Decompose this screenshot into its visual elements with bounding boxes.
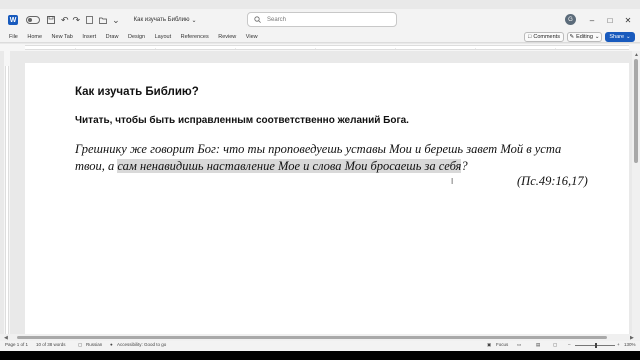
save-icon[interactable] (47, 9, 55, 31)
close-icon[interactable]: ✕ (619, 9, 637, 31)
redo-icon[interactable]: ↷ (73, 9, 81, 31)
horizontal-scroll-thumb[interactable] (17, 336, 607, 339)
read-mode-icon[interactable]: ▭ (517, 342, 521, 348)
document-title[interactable]: Как изучать Библию ⌄ (134, 17, 197, 24)
ruler-track: · · · · · · · (25, 45, 629, 51)
share-label: Share (609, 34, 625, 40)
word-app-icon: W (8, 15, 18, 25)
menu-references[interactable]: References (181, 34, 209, 40)
vertical-ruler[interactable] (4, 51, 10, 334)
accessibility-status[interactable]: Accessibility: Good to go (117, 342, 166, 347)
chevron-down-icon: ⌄ (594, 34, 600, 40)
scripture-quote[interactable]: Грешнику же говорит Бог: что ты проповед… (75, 141, 585, 175)
vertical-scroll-thumb[interactable] (634, 59, 638, 163)
menu-design[interactable]: Design (128, 34, 145, 40)
word-count[interactable]: 10 of 38 words (36, 342, 66, 347)
search-placeholder: Search (267, 16, 287, 23)
editing-label: Editing (576, 34, 593, 40)
avatar[interactable]: G (565, 14, 576, 25)
letterbox-bar (0, 351, 640, 360)
zoom-out-icon[interactable]: – (568, 342, 571, 347)
document-subheading[interactable]: Читать, чтобы быть исправленным соответс… (75, 115, 409, 126)
autosave-toggle[interactable] (26, 16, 40, 24)
zoom-slider-thumb[interactable] (595, 343, 597, 348)
menu-insert[interactable]: Insert (82, 34, 96, 40)
comments-button[interactable]: □ Comments (524, 32, 564, 42)
more-icon[interactable]: ⌄ (112, 9, 120, 31)
chevron-down-icon: ⌄ (191, 17, 197, 24)
web-layout-icon[interactable]: ▢ (553, 342, 557, 348)
search-input[interactable]: Search (247, 12, 397, 27)
page-icon[interactable] (86, 9, 93, 31)
menu-home[interactable]: Home (27, 34, 42, 40)
document-heading[interactable]: Как изучать Библию? (75, 86, 199, 98)
horizontal-scrollbar[interactable]: ◀ ▶ (0, 334, 640, 341)
text-cursor-icon: I (451, 177, 454, 186)
page-count[interactable]: Page 1 of 1 (5, 342, 28, 347)
menu-view[interactable]: View (246, 34, 258, 40)
selected-text[interactable]: сам ненавидишь наставление Мое и слова М… (117, 159, 462, 173)
menu-review[interactable]: Review (218, 34, 236, 40)
chevron-down-icon: ⌄ (626, 34, 631, 40)
menu-layout[interactable]: Layout (155, 34, 172, 40)
comments-label: Comments (533, 34, 560, 40)
vertical-scrollbar[interactable]: ▲ (632, 51, 640, 334)
pencil-icon: ✎ (569, 34, 575, 40)
focus-icon: ▣ (487, 342, 492, 347)
undo-icon[interactable]: ↶ (61, 9, 69, 31)
folder-icon[interactable] (99, 9, 107, 31)
menu-draw[interactable]: Draw (106, 34, 119, 40)
maximize-icon[interactable]: □ (601, 9, 619, 31)
horizontal-ruler[interactable]: · · · · · · · (0, 44, 640, 51)
menu-file[interactable]: File (9, 34, 18, 40)
comment-icon: □ (528, 34, 532, 40)
status-bar: Page 1 of 1 10 of 38 words ▢ Russian ● A… (0, 341, 640, 351)
menu-bar: File Home New Tab Insert Draw Design Lay… (0, 31, 640, 43)
zoom-level[interactable]: 130% (624, 342, 636, 347)
minimize-icon[interactable]: – (583, 9, 601, 31)
editing-button[interactable]: ✎ Editing ⌄ (567, 32, 602, 42)
scroll-up-icon[interactable]: ▲ (634, 52, 639, 58)
zoom-in-icon[interactable]: + (617, 342, 620, 347)
accessibility-icon: ● (110, 342, 113, 347)
proofing-icon[interactable]: ▢ (78, 342, 82, 348)
search-icon (254, 16, 261, 23)
share-button[interactable]: Share ⌄ (605, 32, 635, 42)
vertical-ruler-track (5, 66, 9, 334)
document-page[interactable] (25, 63, 629, 334)
title-bar: W ↶ ↷ ⌄ Как изучать Библию ⌄ Search G – … (0, 9, 640, 31)
quote-end: ? (461, 159, 468, 173)
document-title-text: Как изучать Библию (133, 17, 190, 23)
language[interactable]: Russian (86, 342, 102, 347)
print-layout-icon[interactable]: ▤ (536, 342, 540, 348)
menu-new-tab[interactable]: New Tab (52, 34, 73, 40)
scripture-reference[interactable]: (Пс.49:16,17) (517, 174, 588, 189)
focus-button[interactable]: Focus (496, 342, 508, 347)
